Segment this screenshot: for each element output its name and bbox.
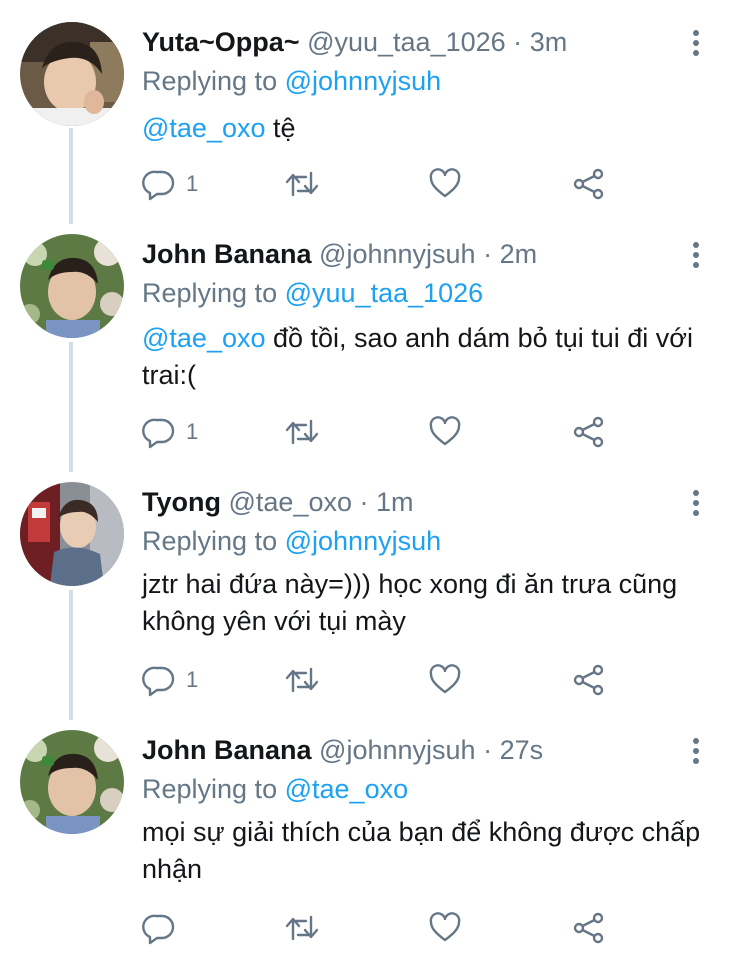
action-bar [142,908,622,948]
author-handle[interactable]: @johnnyjsuh [319,239,476,269]
replying-to-handle[interactable]: @yuu_taa_1026 [285,278,484,308]
tweet-text: jztr hai đứa này=))) học xong đi ăn trưa… [142,566,722,640]
reply-button[interactable]: 1 [142,660,198,700]
retweet-button[interactable] [284,164,320,204]
share-button[interactable] [572,660,606,700]
replying-to-handle[interactable]: @tae_oxo [285,774,409,804]
author-name[interactable]: John Banana [142,239,312,269]
avatar[interactable] [20,730,124,834]
separator-dot: · [483,239,493,269]
retweet-button[interactable] [284,908,320,948]
tweet-text: @tae_oxo đồ tồi, sao anh dám bỏ tụi tui … [142,320,722,394]
separator-dot: · [483,735,493,765]
share-icon [573,664,604,696]
avatar[interactable] [20,234,124,338]
author-name[interactable]: Yuta~Oppa~ [142,27,300,57]
heart-icon [429,416,461,446]
mention-link[interactable]: @tae_oxo [142,323,266,353]
replying-to: Replying to @tae_oxo [142,770,408,808]
tweet-body: tệ [265,113,296,143]
avatar[interactable] [20,482,124,586]
reply-count: 1 [186,419,199,444]
action-bar: 1 [142,660,622,700]
like-button[interactable] [428,412,462,452]
like-button[interactable] [428,660,462,700]
replying-to: Replying to @johnnyjsuh [142,522,441,560]
more-vertical-icon[interactable] [686,28,706,58]
replying-to-label: Replying to [142,526,278,556]
tweet-header: Tyong @tae_oxo · 1m [142,482,414,522]
tweet-body: jztr hai đứa này=))) học xong đi ăn trưa… [142,569,678,636]
replying-to-label: Replying to [142,278,278,308]
action-bar: 1 [142,164,622,204]
share-button[interactable] [572,908,606,948]
separator-dot: · [513,27,523,57]
reply-icon [142,170,175,201]
reply-count: 1 [186,171,199,196]
avatar[interactable] [20,22,124,126]
share-icon [573,912,604,944]
replying-to: Replying to @johnnyjsuh [142,62,441,100]
separator-dot: · [359,487,369,517]
share-button[interactable] [572,164,606,204]
more-vertical-icon[interactable] [686,736,706,766]
reply-button[interactable]: 1 [142,412,198,452]
tweet-header: Yuta~Oppa~ @yuu_taa_1026 · 3m [142,22,567,62]
tweet[interactable]: John Banana @johnnyjsuh · 27s Replying t… [0,730,750,950]
timestamp[interactable]: 1m [376,487,414,517]
timestamp[interactable]: 3m [530,27,568,57]
tweet-header: John Banana @johnnyjsuh · 2m [142,234,537,274]
replying-to: Replying to @yuu_taa_1026 [142,274,483,312]
reply-count: 1 [186,667,199,692]
replying-to-label: Replying to [142,774,278,804]
replying-to-handle[interactable]: @johnnyjsuh [285,526,442,556]
reply-icon [142,418,175,449]
reply-icon [142,666,175,697]
like-button[interactable] [428,908,462,948]
share-button[interactable] [572,412,606,452]
share-icon [573,416,604,448]
timestamp[interactable]: 27s [500,735,544,765]
author-handle[interactable]: @johnnyjsuh [319,735,476,765]
tweet-text: mọi sự giải thích của bạn để không được … [142,814,722,888]
author-name[interactable]: Tyong [142,487,221,517]
tweet-body: mọi sự giải thích của bạn để không được … [142,817,701,884]
author-handle[interactable]: @tae_oxo [229,487,353,517]
replying-to-label: Replying to [142,66,278,96]
reply-button[interactable]: 1 [142,164,198,204]
retweet-button[interactable] [284,660,320,700]
author-handle[interactable]: @yuu_taa_1026 [307,27,506,57]
timestamp[interactable]: 2m [500,239,538,269]
retweet-icon [285,171,319,197]
reply-icon [142,914,175,945]
tweet[interactable]: Yuta~Oppa~ @yuu_taa_1026 · 3m Replying t… [0,22,750,222]
retweet-icon [285,419,319,445]
tweet-text: @tae_oxo tệ [142,110,722,147]
more-vertical-icon[interactable] [686,240,706,270]
retweet-icon [285,915,319,941]
reply-button[interactable] [142,908,186,948]
heart-icon [429,168,461,198]
replying-to-handle[interactable]: @johnnyjsuh [285,66,442,96]
tweet[interactable]: Tyong @tae_oxo · 1m Replying to @johnnyj… [0,482,750,702]
more-vertical-icon[interactable] [686,488,706,518]
action-bar: 1 [142,412,622,452]
heart-icon [429,664,461,694]
tweet[interactable]: John Banana @johnnyjsuh · 2m Replying to… [0,234,750,454]
tweet-header: John Banana @johnnyjsuh · 27s [142,730,543,770]
retweet-button[interactable] [284,412,320,452]
mention-link[interactable]: @tae_oxo [142,113,266,143]
like-button[interactable] [428,164,462,204]
heart-icon [429,912,461,942]
retweet-icon [285,667,319,693]
share-icon [573,168,604,200]
author-name[interactable]: John Banana [142,735,312,765]
